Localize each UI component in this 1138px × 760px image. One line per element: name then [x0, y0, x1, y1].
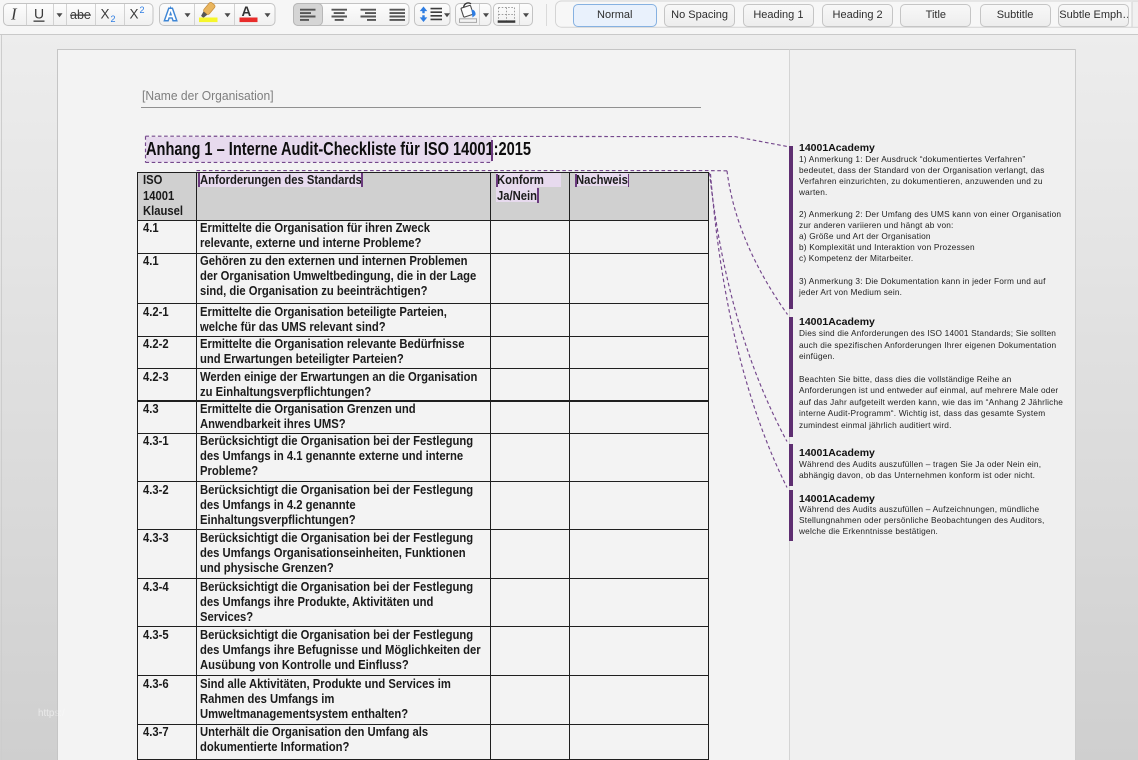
- svg-text:2: 2: [111, 14, 116, 24]
- svg-text:X: X: [130, 7, 139, 22]
- svg-text:2: 2: [140, 5, 145, 15]
- svg-text:abe: abe: [70, 8, 91, 22]
- svg-text:U: U: [34, 6, 44, 22]
- svg-text:X: X: [101, 7, 110, 22]
- svg-text:A: A: [165, 7, 176, 24]
- svg-text:A: A: [242, 4, 252, 19]
